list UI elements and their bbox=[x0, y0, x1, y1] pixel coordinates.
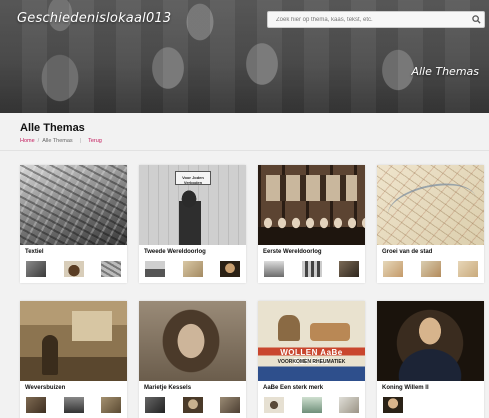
thumbnail[interactable] bbox=[101, 397, 121, 413]
theme-card-koning-willem-ii[interactable]: Koning Willem II bbox=[377, 301, 484, 418]
card-title[interactable]: AaBe Een sterk merk bbox=[258, 381, 365, 394]
thumbnail[interactable] bbox=[339, 397, 359, 413]
thumbnail[interactable] bbox=[339, 261, 359, 277]
card-image-deer bbox=[278, 315, 300, 341]
theme-card-groei-van-de-stad[interactable]: Groei van de stad bbox=[377, 165, 484, 283]
card-image-river bbox=[383, 176, 481, 238]
card-image[interactable] bbox=[20, 301, 127, 381]
theme-card-weversbuizen[interactable]: Weversbuizen bbox=[20, 301, 127, 418]
breadcrumb-pipe: | bbox=[79, 138, 82, 144]
breadcrumb-home-link[interactable]: Home bbox=[20, 138, 35, 144]
theme-card-textiel[interactable]: Textiel bbox=[20, 165, 127, 283]
card-image[interactable]: WOLLEN AaBe DEKENS VOORKOMEN RHEUMATIEK bbox=[258, 301, 365, 381]
theme-card-aabe[interactable]: WOLLEN AaBe DEKENS VOORKOMEN RHEUMATIEK … bbox=[258, 301, 365, 418]
back-link[interactable]: Terug bbox=[88, 138, 102, 144]
search-icon[interactable] bbox=[468, 12, 484, 28]
thumbnail[interactable] bbox=[220, 397, 240, 413]
site-logo[interactable]: Geschiedenislokaal013 bbox=[17, 11, 171, 26]
thumbnail[interactable] bbox=[383, 261, 403, 277]
thumbnail[interactable] bbox=[182, 261, 203, 277]
thumbnail[interactable] bbox=[301, 397, 322, 413]
card-thumbnails bbox=[139, 394, 246, 418]
breadcrumb: Home / Alle Themas | Terug bbox=[20, 138, 102, 144]
thumbnail[interactable] bbox=[458, 261, 478, 277]
card-image-slogan-text: VOORKOMEN RHEUMATIEK bbox=[277, 359, 346, 365]
breadcrumb-current: Alle Themas bbox=[42, 138, 73, 144]
card-image[interactable] bbox=[377, 301, 484, 381]
thumbnail[interactable] bbox=[63, 397, 84, 413]
theme-card-marietje-kessels[interactable]: Marietje Kessels bbox=[139, 301, 246, 418]
hero-banner: Geschiedenislokaal013 Alle Themas bbox=[0, 0, 489, 113]
thumbnail[interactable] bbox=[264, 261, 284, 277]
card-title[interactable]: Weversbuizen bbox=[20, 381, 127, 394]
search-input[interactable] bbox=[268, 12, 468, 27]
hero-title: Alle Themas bbox=[411, 65, 479, 78]
card-title[interactable]: Eerste Wereldoorlog bbox=[258, 245, 365, 258]
thumbnail[interactable] bbox=[182, 397, 203, 413]
breadcrumb-separator: / bbox=[37, 138, 40, 144]
thumbnail[interactable] bbox=[101, 261, 121, 277]
thumbnail[interactable] bbox=[220, 261, 240, 277]
thumbnail[interactable] bbox=[264, 397, 284, 413]
card-image-figure bbox=[42, 335, 58, 375]
card-title[interactable]: Groei van de stad bbox=[377, 245, 484, 258]
card-title[interactable]: Koning Willem II bbox=[377, 381, 484, 394]
card-thumbnails bbox=[377, 258, 484, 283]
thumbnail[interactable] bbox=[26, 397, 46, 413]
card-image[interactable] bbox=[20, 165, 127, 245]
card-image-wagon bbox=[310, 323, 350, 341]
card-image[interactable] bbox=[258, 165, 365, 245]
card-thumbnails bbox=[20, 394, 127, 418]
card-thumbnails bbox=[258, 258, 365, 283]
card-thumbnails bbox=[139, 258, 246, 283]
search-icon-glyph bbox=[471, 15, 481, 24]
thumbnail[interactable] bbox=[26, 261, 46, 277]
theme-card-eerste-wereldoorlog[interactable]: Eerste Wereldoorlog bbox=[258, 165, 365, 283]
thumbnail[interactable] bbox=[301, 261, 322, 277]
thumbnail[interactable] bbox=[420, 261, 441, 277]
card-thumbnails bbox=[20, 258, 127, 283]
divider bbox=[0, 150, 489, 151]
card-image-window bbox=[72, 311, 112, 341]
card-image[interactable] bbox=[377, 165, 484, 245]
card-image[interactable] bbox=[139, 301, 246, 381]
theme-card-tweede-wereldoorlog[interactable]: Voor Joden Verboden Tweede Wereldoorlog bbox=[139, 165, 246, 283]
search-box bbox=[267, 11, 485, 28]
card-image-crowd bbox=[258, 213, 365, 245]
card-title[interactable]: Textiel bbox=[20, 245, 127, 258]
page-title: Alle Themas bbox=[20, 122, 85, 134]
thumbnail[interactable] bbox=[145, 397, 165, 413]
card-image-windows bbox=[266, 175, 357, 201]
page-heading: Alle Themas Home / Alle Themas | Terug bbox=[20, 122, 102, 144]
card-title[interactable]: Marietje Kessels bbox=[139, 381, 246, 394]
thumbnail[interactable] bbox=[63, 261, 84, 277]
card-title[interactable]: Tweede Wereldoorlog bbox=[139, 245, 246, 258]
card-thumbnails bbox=[377, 394, 484, 418]
card-image[interactable]: Voor Joden Verboden bbox=[139, 165, 246, 245]
thumbnail[interactable] bbox=[383, 397, 403, 413]
card-image-sign: Voor Joden Verboden bbox=[175, 171, 211, 185]
thumbnail[interactable] bbox=[145, 261, 165, 277]
card-thumbnails bbox=[258, 394, 365, 418]
